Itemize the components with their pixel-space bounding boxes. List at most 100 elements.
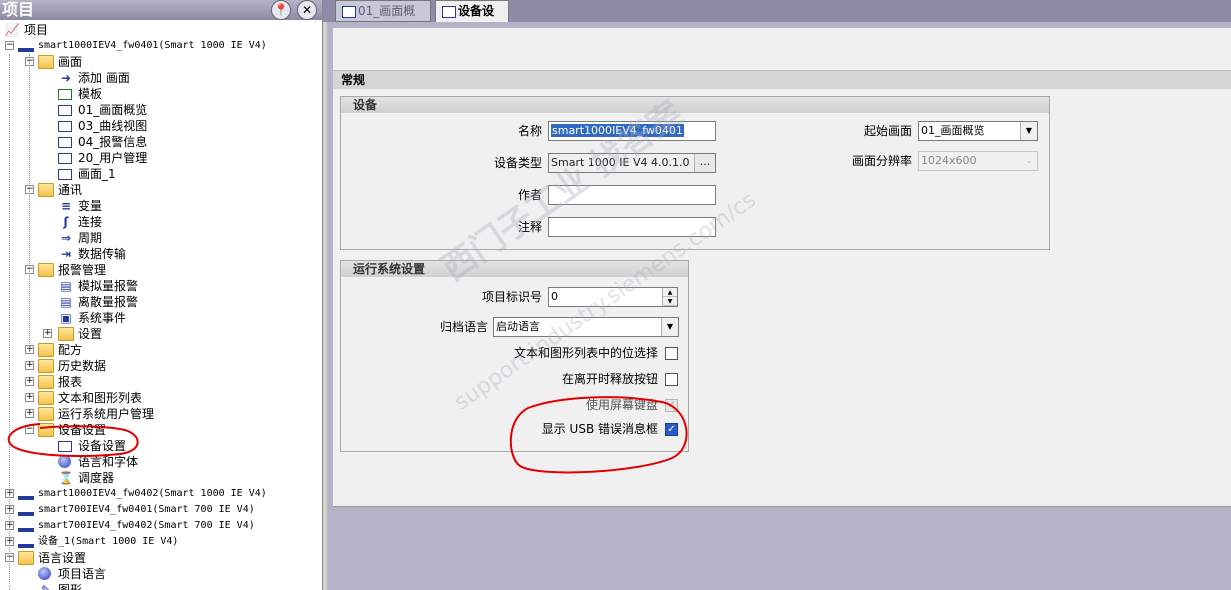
comment-input[interactable]: [548, 217, 716, 237]
project-id-spinner[interactable]: 0 ▲ ▼: [548, 287, 678, 307]
tree-item-label: 语言设置: [38, 551, 87, 565]
expand-icon[interactable]: +: [25, 393, 34, 402]
tree-item-cycle[interactable]: ⇒ 周期: [0, 230, 322, 246]
cycle-icon: ⇒: [60, 231, 72, 245]
tree-item-label: 20_用户管理: [78, 151, 148, 165]
tree-item-template[interactable]: 模板: [0, 86, 322, 102]
connection-icon: ʃ: [63, 215, 69, 229]
expand-icon[interactable]: +: [25, 361, 34, 370]
tree-item-langfont[interactable]: 语言和字体: [0, 454, 322, 470]
device-icon: [18, 535, 34, 549]
author-label: 作者: [517, 188, 542, 202]
usb-error-checkbox[interactable]: ✓: [665, 423, 678, 436]
tree-item-alarms[interactable]: − 报警管理: [0, 262, 322, 278]
tree-item-datatx[interactable]: ⇥ 数据传输: [0, 246, 322, 262]
tree-item-textlist[interactable]: + 文本和图形列表: [0, 390, 322, 406]
tree-item-discrete[interactable]: ▤ 离散量报警: [0, 294, 322, 310]
folder-icon: [38, 263, 54, 277]
tree-item-recipe[interactable]: + 配方: [0, 342, 322, 358]
tree-item-alarmset[interactable]: + 设置: [0, 326, 322, 342]
release-button-checkbox[interactable]: [665, 373, 678, 386]
tree-item-label: 模板: [78, 87, 103, 101]
tab-device-settings[interactable]: 设备设置: [435, 0, 509, 38]
bit-selection-checkbox[interactable]: [665, 347, 678, 360]
tree-item-add-screen[interactable]: ➜ 添加 画面: [0, 70, 322, 86]
spinner-buttons[interactable]: ▲ ▼: [662, 288, 677, 306]
tree-item-devsetitem[interactable]: 设备设置: [0, 438, 322, 454]
device-group-title: 设备: [341, 97, 1049, 113]
tree-item-hist[interactable]: + 历史数据: [0, 358, 322, 374]
close-icon[interactable]: ✕: [297, 0, 317, 20]
tree-item-dev700-0402[interactable]: + smart700IEV4_fw0402(Smart 700 IE V4): [0, 518, 322, 534]
device-type-browse-button[interactable]: ...: [694, 154, 715, 172]
tree-item-project[interactable]: 📈 项目: [0, 22, 322, 38]
tree-connector-line: [9, 54, 10, 590]
expand-icon[interactable]: +: [25, 409, 34, 418]
tree-item-report[interactable]: + 报表: [0, 374, 322, 390]
tree-item-scr1[interactable]: 画面_1: [0, 166, 322, 182]
tree-item-scr20[interactable]: 20_用户管理: [0, 150, 322, 166]
tree-item-label: 图形: [58, 583, 83, 590]
tree-item-scr01[interactable]: 01_画面概览: [0, 102, 322, 118]
tree-item-dev1[interactable]: + 设备_1(Smart 1000 IE V4): [0, 534, 322, 550]
globe-icon: [38, 567, 51, 580]
device-icon: [18, 519, 34, 533]
pin-icon[interactable]: 📍: [271, 0, 291, 20]
tree-item-label: smart700IEV4_fw0401(Smart 700 IE V4): [38, 504, 255, 515]
chevron-down-icon[interactable]: ▼: [1020, 122, 1037, 140]
author-input[interactable]: [548, 185, 716, 205]
expand-icon[interactable]: +: [25, 377, 34, 386]
section-general: 常规: [333, 70, 1231, 89]
tree-item-screens[interactable]: − 画面: [0, 54, 322, 70]
tree-item-rtuser[interactable]: + 运行系统用户管理: [0, 406, 322, 422]
tree-item-dev0401[interactable]: − smart1000IEV4_fw0401(Smart 1000 IE V4): [0, 38, 322, 54]
screen-icon: [342, 6, 356, 18]
tree-item-scr03[interactable]: 03_曲线视图: [0, 118, 322, 134]
tree-item-label: 模拟量报警: [78, 279, 139, 293]
device-icon: [18, 503, 34, 517]
tree-item-label: 通讯: [58, 183, 83, 197]
tree-item-label: 项目: [24, 23, 49, 37]
tree-item-devset[interactable]: − 设备设置: [0, 422, 322, 438]
expand-icon[interactable]: +: [43, 329, 52, 338]
alarm-icon: ▤: [60, 279, 72, 293]
collapse-icon[interactable]: −: [25, 425, 34, 434]
chevron-down-icon[interactable]: ▼: [661, 318, 678, 336]
tree-item-label: 数据传输: [78, 247, 127, 261]
tree-item-label: smart1000IEV4_fw0402(Smart 1000 IE V4): [38, 488, 267, 499]
folder-icon: [38, 343, 54, 357]
tab-screen-overview[interactable]: 01_画面概览: [335, 0, 431, 38]
tag-icon: ≡: [60, 199, 72, 213]
tree-item-comm[interactable]: − 通讯: [0, 182, 322, 198]
tree-item-graphics[interactable]: ✎ 图形: [0, 582, 322, 590]
start-screen-select[interactable]: 01_画面概览 ▼: [918, 121, 1038, 141]
tree-item-dev0402[interactable]: + smart1000IEV4_fw0402(Smart 1000 IE V4): [0, 486, 322, 502]
tree-item-conn[interactable]: ʃ 连接: [0, 214, 322, 230]
tree-item-analog[interactable]: ▤ 模拟量报警: [0, 278, 322, 294]
spin-down-icon[interactable]: ▼: [663, 297, 677, 306]
collapse-icon[interactable]: −: [5, 41, 14, 50]
tree-item-projlang[interactable]: 项目语言: [0, 566, 322, 582]
archive-language-select[interactable]: 启动语言 ▼: [493, 317, 679, 337]
spin-up-icon[interactable]: ▲: [663, 288, 677, 297]
tree-item-dev700-0401[interactable]: + smart700IEV4_fw0401(Smart 700 IE V4): [0, 502, 322, 518]
tree-item-label: 04_报警信息: [78, 135, 148, 149]
tree-item-scr04[interactable]: 04_报警信息: [0, 134, 322, 150]
device-settings-icon: [442, 6, 456, 18]
tree-item-label: 项目语言: [58, 567, 107, 581]
tree-item-label: 报表: [58, 375, 83, 389]
screen-icon: [58, 169, 72, 180]
folder-icon: [58, 327, 74, 341]
tree-connector-line: [29, 54, 30, 354]
tree-item-langset[interactable]: − 语言设置: [0, 550, 322, 566]
tree-item-scheduler[interactable]: ⌛ 调度器: [0, 470, 322, 486]
screen-icon: [58, 105, 72, 116]
template-icon: [58, 89, 72, 100]
tree-item-tags[interactable]: ≡ 变量: [0, 198, 322, 214]
start-screen-value: 01_画面概览: [921, 124, 985, 137]
project-id-label: 项目标识号: [481, 290, 542, 304]
tree-item-label: 设备设置: [78, 439, 127, 453]
screen-keyboard-checkbox: ✓: [665, 399, 678, 412]
tree-item-sysevt[interactable]: ▣ 系统事件: [0, 310, 322, 326]
name-input[interactable]: smart1000IEV4_fw0401: [548, 121, 716, 141]
